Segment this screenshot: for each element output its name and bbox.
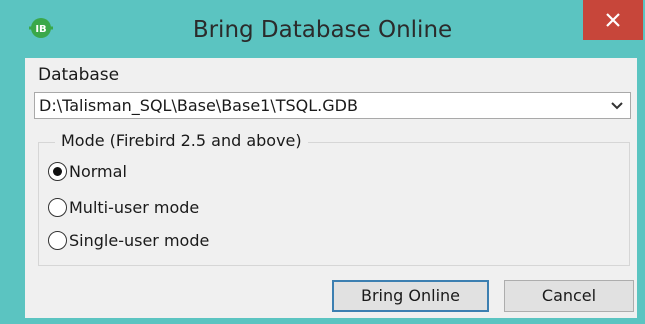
database-path-value: D:\Talisman_SQL\Base\Base1\TSQL.GDB	[39, 96, 358, 115]
bring-online-button[interactable]: Bring Online	[332, 280, 489, 312]
database-label: Database	[38, 65, 120, 85]
dialog-window: IB Bring Database Online Database D:\Tal…	[0, 0, 645, 324]
database-combobox[interactable]: D:\Talisman_SQL\Base\Base1\TSQL.GDB	[34, 92, 631, 119]
radio-multi-user-label[interactable]: Multi-user mode	[69, 197, 199, 219]
radio-button-circle[interactable]	[48, 231, 67, 250]
dialog-body: Database D:\Talisman_SQL\Base\Base1\TSQL…	[25, 58, 637, 318]
radio-button-circle[interactable]	[48, 198, 67, 217]
title-bar[interactable]: IB Bring Database Online	[0, 0, 645, 58]
mode-group-legend: Mode (Firebird 2.5 and above)	[55, 129, 308, 153]
chevron-down-icon[interactable]	[610, 101, 624, 111]
radio-normal-label[interactable]: Normal	[69, 161, 127, 183]
radio-single-user-label[interactable]: Single-user mode	[69, 230, 209, 252]
radio-button-circle[interactable]	[48, 162, 67, 181]
cancel-button[interactable]: Cancel	[504, 280, 634, 312]
close-icon	[606, 13, 620, 27]
window-title: Bring Database Online	[192, 17, 453, 43]
close-button[interactable]	[583, 0, 643, 40]
radio-selected-dot	[53, 167, 62, 176]
